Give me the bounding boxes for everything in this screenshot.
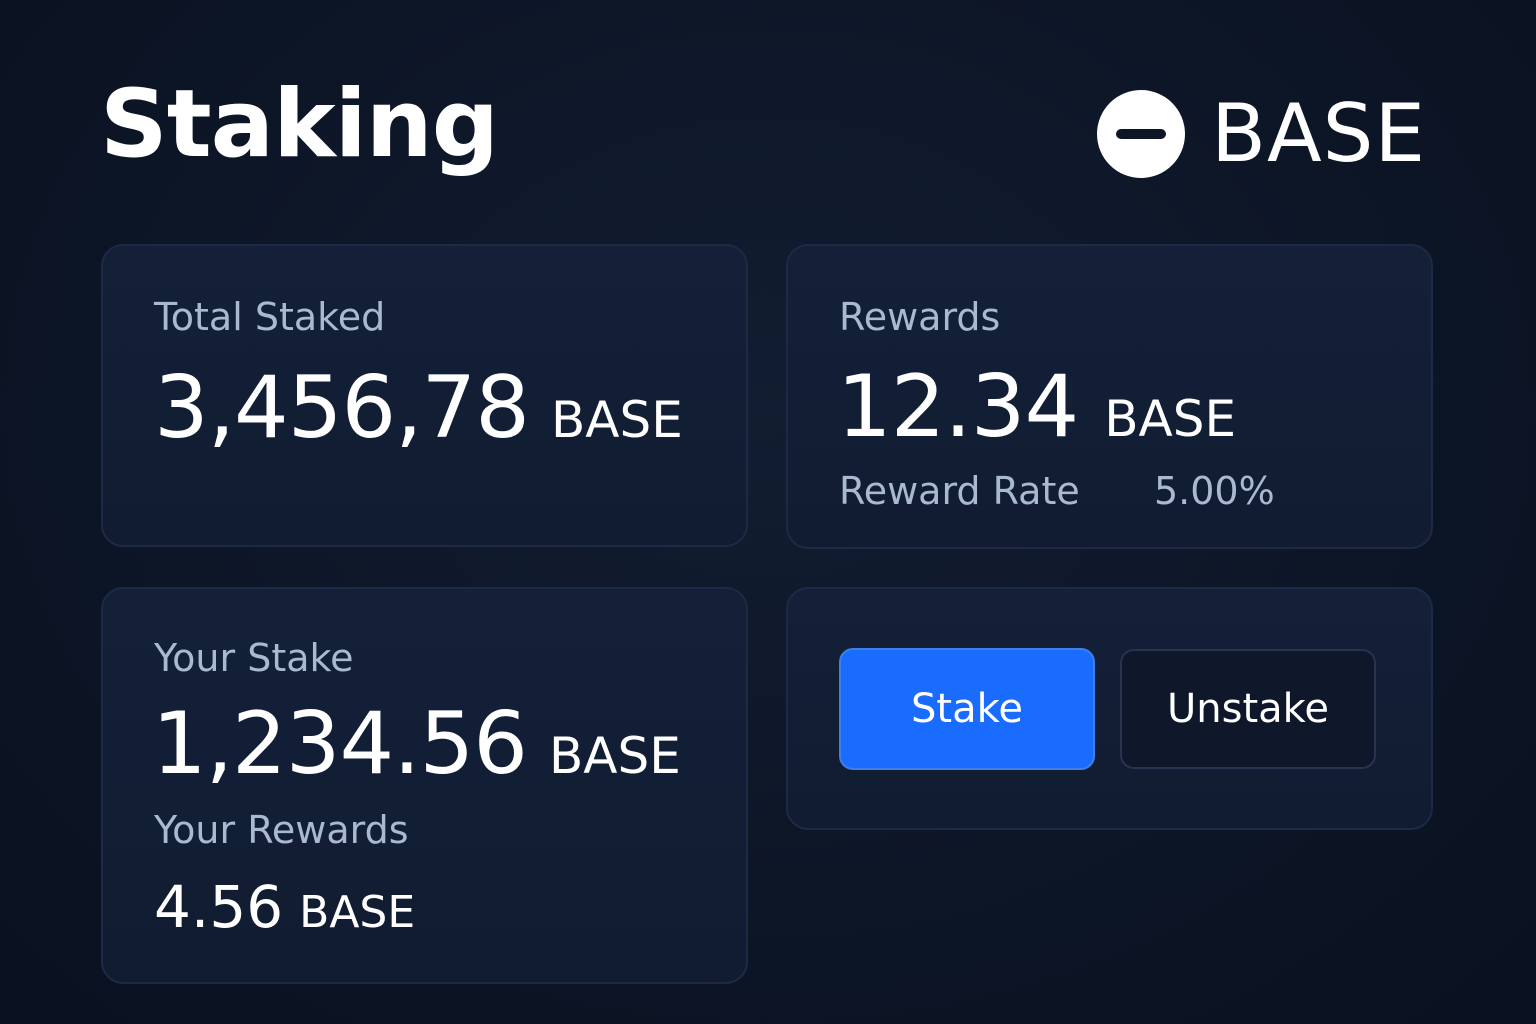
total-staked-label: Total Staked: [154, 295, 386, 339]
rewards-label: Rewards: [839, 295, 1001, 339]
total-staked-value: 3,456,78: [154, 358, 530, 458]
minus-circle-icon: [1097, 90, 1186, 178]
your-stake-value: 1,234.56: [152, 694, 528, 794]
your-stake-amount: 1,234.56 BASE: [152, 701, 681, 787]
token-name: BASE: [1211, 87, 1426, 180]
your-stake-label: Your Stake: [154, 636, 354, 680]
stake-button[interactable]: Stake: [839, 648, 1095, 770]
your-rewards-amount: 4.56 BASE: [154, 878, 415, 936]
your-stake-card: Your Stake 1,234.56 BASE Your Rewards 4.…: [101, 587, 748, 984]
rewards-card: Rewards 12.34 BASE Reward Rate 5.00%: [786, 244, 1433, 549]
total-staked-unit: BASE: [550, 391, 683, 449]
page-title: Staking: [100, 70, 499, 179]
reward-rate-value: 5.00%: [1154, 469, 1275, 513]
total-staked-amount: 3,456,78 BASE: [154, 365, 683, 451]
rewards-amount: 12.34 BASE: [837, 364, 1236, 450]
reward-rate-label: Reward Rate: [839, 469, 1080, 513]
unstake-button[interactable]: Unstake: [1120, 649, 1376, 769]
your-rewards-label: Your Rewards: [154, 808, 409, 852]
token-badge: BASE: [1097, 90, 1426, 178]
your-rewards-unit: BASE: [299, 887, 416, 938]
rewards-unit: BASE: [1104, 390, 1237, 448]
your-stake-unit: BASE: [548, 727, 681, 785]
your-rewards-value: 4.56: [154, 873, 284, 941]
rewards-value: 12.34: [837, 357, 1079, 457]
total-staked-card: Total Staked 3,456,78 BASE: [101, 244, 748, 547]
actions-card: Stake Unstake: [786, 587, 1433, 830]
